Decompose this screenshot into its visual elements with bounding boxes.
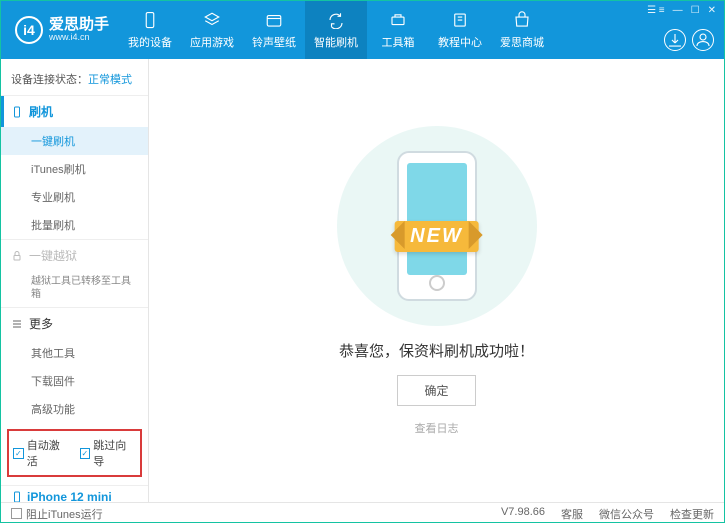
nav-book[interactable]: 教程中心 xyxy=(429,1,491,59)
options-highlight: ✓自动激活 ✓跳过向导 xyxy=(7,429,142,477)
nav-label: 应用游戏 xyxy=(190,34,234,50)
view-log-link[interactable]: 查看日志 xyxy=(415,420,459,436)
nav-label: 我的设备 xyxy=(128,34,172,50)
nav-label: 工具箱 xyxy=(382,34,415,50)
sidebar-flash-item[interactable]: 批量刷机 xyxy=(1,211,148,239)
main-content: NEW 恭喜您，保资料刷机成功啦！ 确定 查看日志 xyxy=(149,59,724,502)
sidebar-more-item[interactable]: 高级功能 xyxy=(1,395,148,423)
phone-icon xyxy=(140,10,160,30)
download-icon[interactable] xyxy=(664,29,686,51)
success-message: 恭喜您，保资料刷机成功啦！ xyxy=(339,340,534,361)
sidebar-more-head[interactable]: 更多 xyxy=(1,308,148,339)
nav-shop[interactable]: 爱思商城 xyxy=(491,1,553,59)
wallet-icon xyxy=(264,10,284,30)
nav-wallet[interactable]: 铃声壁纸 xyxy=(243,1,305,59)
sidebar: 设备连接状态：正常模式 刷机 一键刷机iTunes刷机专业刷机批量刷机 一键越狱… xyxy=(1,59,149,502)
nav-refresh[interactable]: 智能刷机 xyxy=(305,1,367,59)
phone-icon xyxy=(11,491,23,502)
sidebar-more-item[interactable]: 其他工具 xyxy=(1,339,148,367)
nav-label: 铃声壁纸 xyxy=(252,34,296,50)
apps-icon xyxy=(202,10,222,30)
brand-name: 爱思助手 xyxy=(49,17,109,34)
list-icon xyxy=(11,318,23,330)
sidebar-flash-head[interactable]: 刷机 xyxy=(1,96,148,127)
tools-icon xyxy=(388,10,408,30)
app-header: i4 爱思助手 www.i4.cn 我的设备 应用游戏 铃声壁纸 智能刷机 工具箱 教程中… xyxy=(1,1,724,59)
nav-tools[interactable]: 工具箱 xyxy=(367,1,429,59)
success-illustration: NEW xyxy=(337,126,537,326)
nav-label: 爱思商城 xyxy=(500,34,544,50)
nav-apps[interactable]: 应用游戏 xyxy=(181,1,243,59)
sidebar-more-label: 更多 xyxy=(29,315,53,332)
menu-icon[interactable]: ☰ ≡ xyxy=(647,5,665,16)
service-link[interactable]: 客服 xyxy=(561,506,583,522)
sidebar-jailbreak-label: 一键越狱 xyxy=(29,247,77,264)
brand-logo-icon: i4 xyxy=(15,16,43,44)
book-icon xyxy=(450,10,470,30)
phone-icon xyxy=(11,106,23,118)
confirm-button[interactable]: 确定 xyxy=(397,375,475,406)
new-ribbon: NEW xyxy=(394,221,479,252)
sidebar-flash-item[interactable]: iTunes刷机 xyxy=(1,155,148,183)
nav-phone[interactable]: 我的设备 xyxy=(119,1,181,59)
nav-label: 智能刷机 xyxy=(314,34,358,50)
brand-url: www.i4.cn xyxy=(49,33,109,43)
close-icon[interactable]: ✕ xyxy=(708,5,716,16)
minimize-icon[interactable]: — xyxy=(673,5,683,16)
block-itunes-checkbox[interactable]: 阻止iTunes运行 xyxy=(11,506,103,522)
window-controls: ☰ ≡ — ☐ ✕ xyxy=(647,5,716,16)
device-panel[interactable]: iPhone 12 mini 64GB Down-12mini-13,1 xyxy=(1,485,148,502)
main-nav: 我的设备 应用游戏 铃声壁纸 智能刷机 工具箱 教程中心 爱思商城 xyxy=(119,1,724,59)
version-label: V7.98.66 xyxy=(501,506,545,522)
sidebar-more-item[interactable]: 下载固件 xyxy=(1,367,148,395)
sidebar-flash-item[interactable]: 专业刷机 xyxy=(1,183,148,211)
maximize-icon[interactable]: ☐ xyxy=(691,5,700,16)
status-bar: 阻止iTunes运行 V7.98.66 客服 微信公众号 检查更新 xyxy=(1,502,724,524)
nav-label: 教程中心 xyxy=(438,34,482,50)
update-link[interactable]: 检查更新 xyxy=(670,506,714,522)
auto-activate-checkbox[interactable]: ✓自动激活 xyxy=(13,437,70,469)
sidebar-flash-label: 刷机 xyxy=(29,103,53,120)
sidebar-flash-item[interactable]: 一键刷机 xyxy=(1,127,148,155)
refresh-icon xyxy=(326,10,346,30)
sidebar-jailbreak-head[interactable]: 一键越狱 xyxy=(1,240,148,271)
jailbreak-note: 越狱工具已转移至工具箱 xyxy=(1,271,148,307)
brand: i4 爱思助手 www.i4.cn xyxy=(1,16,119,44)
lock-icon xyxy=(11,250,23,262)
connection-status: 设备连接状态：正常模式 xyxy=(1,67,148,95)
skip-wizard-checkbox[interactable]: ✓跳过向导 xyxy=(80,437,137,469)
user-icon[interactable] xyxy=(692,29,714,51)
shop-icon xyxy=(512,10,532,30)
device-name: iPhone 12 mini xyxy=(27,490,112,502)
wechat-link[interactable]: 微信公众号 xyxy=(599,506,654,522)
